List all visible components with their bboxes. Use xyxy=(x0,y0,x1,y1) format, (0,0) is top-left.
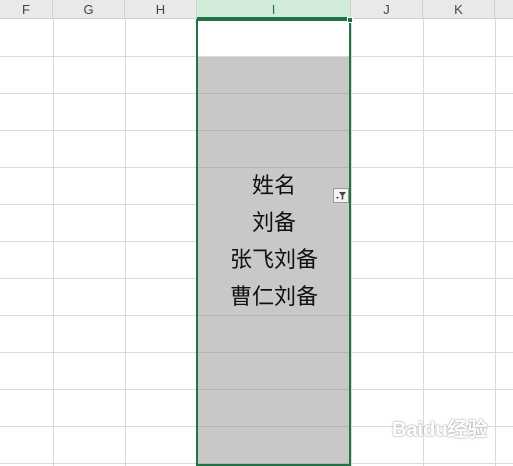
column-header-k[interactable]: K xyxy=(423,0,495,19)
gridline xyxy=(198,352,350,353)
filter-dropdown-icon xyxy=(336,192,346,200)
gridline xyxy=(198,93,350,94)
column-header-g[interactable]: G xyxy=(53,0,125,19)
fill-handle[interactable] xyxy=(347,17,353,23)
cell-name-header[interactable]: 姓名 xyxy=(198,168,350,205)
column-header-h[interactable]: H xyxy=(125,0,197,19)
gridline xyxy=(198,426,350,427)
column-header-overflow xyxy=(495,0,513,19)
column-header-j[interactable]: J xyxy=(351,0,423,19)
gridline xyxy=(53,19,54,466)
column-header-f[interactable]: F xyxy=(0,0,53,19)
gridline xyxy=(423,19,424,466)
gridline xyxy=(198,130,350,131)
baidu-watermark: Baidu经验 xyxy=(392,419,488,441)
cell-value[interactable]: 曹仁刘备 xyxy=(198,279,350,316)
gridline xyxy=(495,19,496,466)
gridline xyxy=(125,19,126,466)
gridline xyxy=(198,463,350,464)
column-header-i[interactable]: I xyxy=(197,0,351,19)
gridline xyxy=(351,19,352,466)
cell-value[interactable]: 刘备 xyxy=(198,205,350,242)
filter-dropdown-button[interactable] xyxy=(333,188,349,203)
cell-value[interactable]: 张飞刘备 xyxy=(198,242,350,279)
gridline xyxy=(198,389,350,390)
spreadsheet-grid[interactable]: F G H I J K 姓名 刘备 张飞刘备 曹仁刘备 Baidu经验 xyxy=(0,0,513,466)
